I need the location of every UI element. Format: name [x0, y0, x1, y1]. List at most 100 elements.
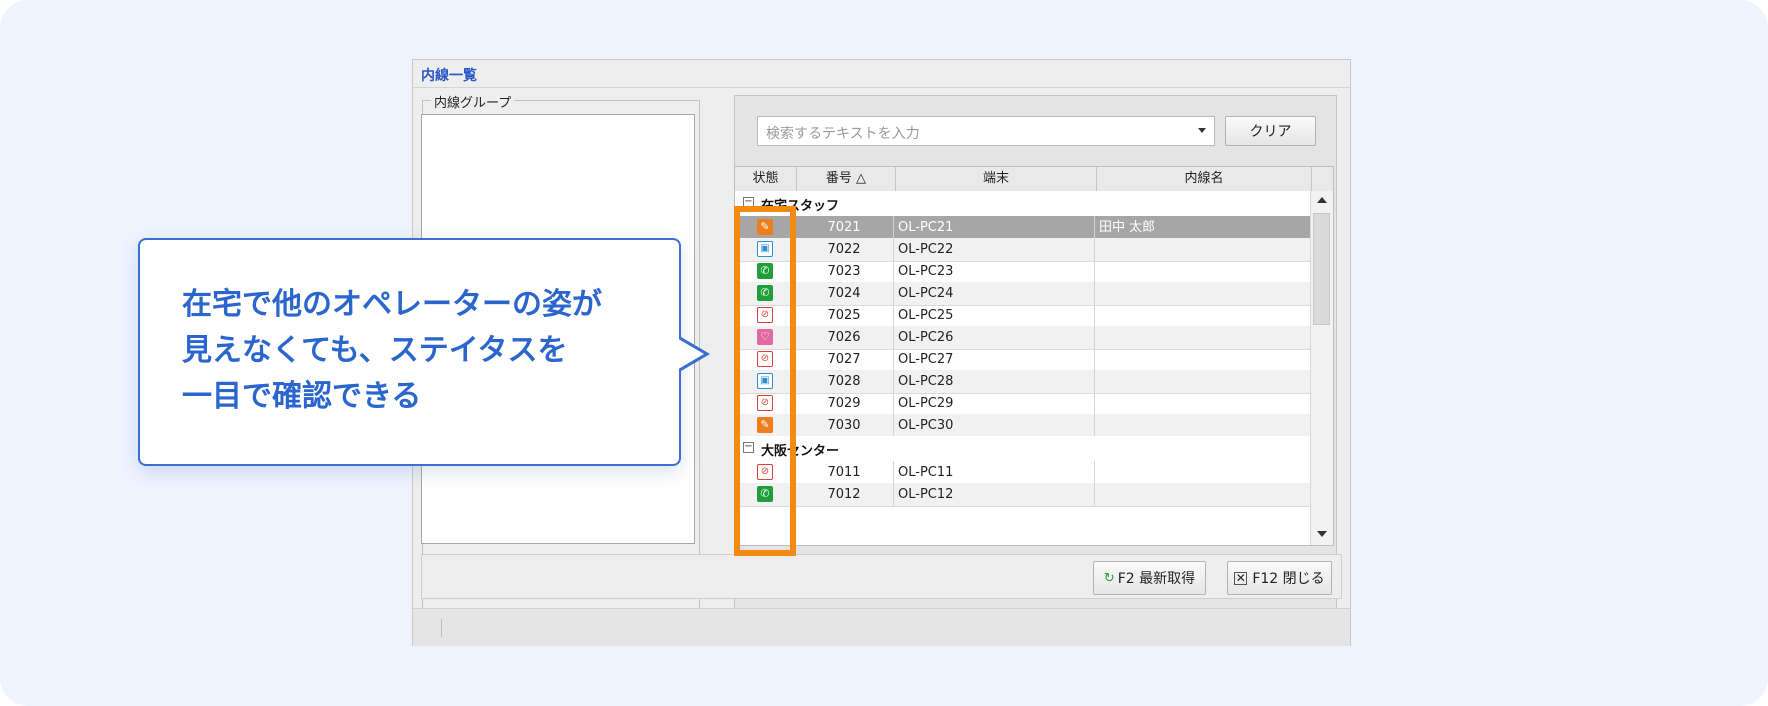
callout-box: 在宅で他のオペレーターの姿が 見えなくても、ステイタスを 一目で確認できる: [138, 238, 681, 466]
callout-line-3: 一目で確認できる: [182, 379, 422, 414]
search-input[interactable]: 検索するテキストを入力: [757, 116, 1215, 146]
on-call-status-icon: ✆: [757, 285, 773, 301]
extension-name-cell: [1095, 483, 1312, 506]
scroll-up-icon[interactable]: [1317, 197, 1327, 203]
busy-status-icon: ⊘: [757, 307, 773, 323]
terminal-cell: OL-PC26: [894, 326, 1095, 349]
status-cell: ✎: [735, 414, 795, 437]
terminal-cell: OL-PC22: [894, 238, 1095, 261]
scroll-thumb[interactable]: [1313, 213, 1330, 325]
terminal-cell: OL-PC29: [894, 392, 1095, 415]
terminal-cell: OL-PC24: [894, 282, 1095, 305]
extension-grid: 状態 番号 △ 端末 内線名 − 在宅スタッフ ✎ 7021 OL-PC21 田…: [734, 166, 1334, 546]
number-cell: 7023: [795, 260, 894, 283]
meeting-status-icon: ▣: [757, 241, 773, 257]
scroll-down-icon[interactable]: [1317, 531, 1327, 537]
extension-name-cell: 田中 太郎: [1095, 216, 1312, 239]
status-cell: ✎: [735, 216, 795, 239]
search-placeholder: 検索するテキストを入力: [766, 126, 920, 142]
table-row[interactable]: ♡ 7026 OL-PC26: [735, 326, 1312, 350]
number-cell: 7025: [795, 304, 894, 327]
clear-button-label: クリア: [1249, 124, 1292, 140]
group-header[interactable]: − 大阪センター: [735, 436, 1312, 461]
memo-status-icon: ✎: [757, 417, 773, 433]
table-row[interactable]: ⊘ 7011 OL-PC11: [735, 461, 1312, 485]
table-row[interactable]: ⊘ 7027 OL-PC27: [735, 348, 1312, 372]
clear-button[interactable]: クリア: [1225, 116, 1316, 146]
terminal-cell: OL-PC11: [894, 461, 1095, 484]
terminal-cell: OL-PC21: [894, 216, 1095, 239]
window-title: 内線一覧: [421, 68, 477, 84]
column-header-extension-name[interactable]: 内線名: [1097, 167, 1312, 191]
terminal-cell: OL-PC23: [894, 260, 1095, 283]
terminal-cell: OL-PC12: [894, 483, 1095, 506]
number-cell: 7029: [795, 392, 894, 415]
on-call-status-icon: ✆: [757, 486, 773, 502]
refresh-button[interactable]: ↻ F2 最新取得: [1093, 561, 1206, 595]
title-divider: [413, 87, 1350, 88]
meeting-status-icon: ▣: [757, 373, 773, 389]
status-cell: ⊘: [735, 304, 795, 327]
extension-name-cell: [1095, 304, 1312, 327]
table-row[interactable]: ✎ 7030 OL-PC30: [735, 414, 1312, 438]
extension-name-cell: [1095, 414, 1312, 437]
terminal-cell: OL-PC28: [894, 370, 1095, 393]
number-cell: 7030: [795, 414, 894, 437]
extension-name-cell: [1095, 392, 1312, 415]
busy-status-icon: ⊘: [757, 464, 773, 480]
number-cell: 7024: [795, 282, 894, 305]
grid-header: 状態 番号 △ 端末 内線名: [735, 167, 1333, 192]
column-header-status[interactable]: 状態: [735, 167, 797, 191]
number-cell: 7021: [795, 216, 894, 239]
terminal-cell: OL-PC27: [894, 348, 1095, 371]
extension-name-cell: [1095, 348, 1312, 371]
busy-status-icon: ⊘: [757, 395, 773, 411]
callout-text: 在宅で他のオペレーターの姿が 見えなくても、ステイタスを 一目で確認できる: [182, 282, 602, 420]
table-row[interactable]: ✆ 7024 OL-PC24: [735, 282, 1312, 306]
vertical-scrollbar[interactable]: [1310, 191, 1333, 545]
number-cell: 7012: [795, 483, 894, 506]
close-button[interactable]: ✕ F12 閉じる: [1227, 561, 1332, 595]
status-cell: ✆: [735, 260, 795, 283]
away-status-icon: ♡: [757, 329, 773, 345]
memo-status-icon: ✎: [757, 219, 773, 235]
collapse-icon[interactable]: −: [743, 197, 754, 208]
column-header-terminal[interactable]: 端末: [896, 167, 1097, 191]
group-header[interactable]: − 在宅スタッフ: [735, 191, 1312, 216]
callout-tail-inner: [675, 337, 704, 371]
status-separator: [441, 619, 442, 637]
table-row[interactable]: ✆ 7012 OL-PC12: [735, 483, 1312, 507]
table-row[interactable]: ✎ 7021 OL-PC21 田中 太郎: [735, 216, 1312, 240]
status-cell: ✆: [735, 282, 795, 305]
number-cell: 7011: [795, 461, 894, 484]
table-row[interactable]: ⊘ 7025 OL-PC25: [735, 304, 1312, 328]
dropdown-arrow-icon[interactable]: [1198, 128, 1206, 133]
extension-group-label: 内線グループ: [431, 92, 515, 111]
number-cell: 7022: [795, 238, 894, 261]
group-name: 在宅スタッフ: [761, 199, 840, 214]
number-cell: 7027: [795, 348, 894, 371]
extension-name-cell: [1095, 461, 1312, 484]
number-cell: 7026: [795, 326, 894, 349]
refresh-icon: ↻: [1103, 570, 1115, 586]
extension-name-cell: [1095, 238, 1312, 261]
table-row[interactable]: ▣ 7028 OL-PC28: [735, 370, 1312, 394]
callout-line-2: 見えなくても、ステイタスを: [182, 333, 568, 368]
status-cell: ▣: [735, 370, 795, 393]
status-cell: ▣: [735, 238, 795, 261]
refresh-button-label: F2 最新取得: [1117, 571, 1196, 587]
close-button-label: F12 閉じる: [1252, 571, 1325, 587]
status-cell: ♡: [735, 326, 795, 349]
terminal-cell: OL-PC25: [894, 304, 1095, 327]
status-bar: [413, 608, 1350, 646]
table-row[interactable]: ⊘ 7029 OL-PC29: [735, 392, 1312, 416]
table-row[interactable]: ✆ 7023 OL-PC23: [735, 260, 1312, 284]
table-row[interactable]: ▣ 7022 OL-PC22: [735, 238, 1312, 262]
extension-name-cell: [1095, 260, 1312, 283]
status-cell: ⊘: [735, 461, 795, 484]
group-name: 大阪センター: [761, 444, 840, 459]
collapse-icon[interactable]: −: [743, 442, 754, 453]
column-header-number[interactable]: 番号 △: [797, 167, 896, 191]
status-cell: ✆: [735, 483, 795, 506]
status-cell: ⊘: [735, 348, 795, 371]
